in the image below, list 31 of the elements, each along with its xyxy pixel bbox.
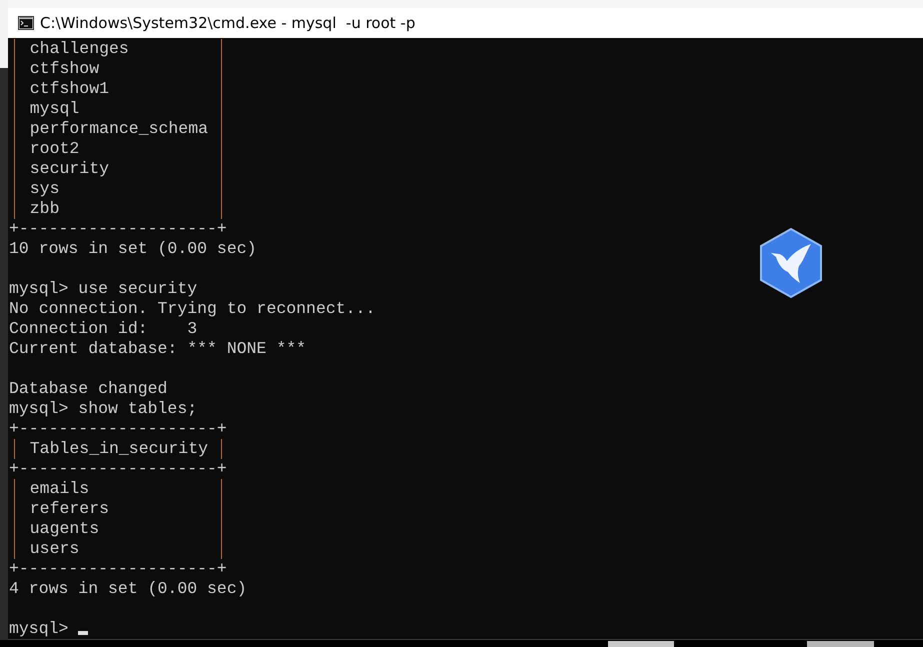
terminal-icon xyxy=(18,16,34,30)
table-cell: ctfshow1 xyxy=(30,79,109,99)
console-text: Connection id: 3 xyxy=(9,319,198,339)
console-text: mysql> show tables; xyxy=(9,399,198,419)
text-cursor xyxy=(78,631,88,635)
prompt-text: mysql> xyxy=(9,619,68,639)
table-cell: sys xyxy=(30,179,60,199)
console-text: No connection. Trying to reconnect... xyxy=(9,299,376,319)
table-cell: emails xyxy=(30,479,90,499)
table-cell: performance_schema xyxy=(30,119,208,139)
table-cell: zbb xyxy=(30,199,60,219)
console-text: 10 rows in set (0.00 sec) xyxy=(9,239,257,259)
console-text: 4 rows in set (0.00 sec) xyxy=(9,579,247,599)
table-cell: Tables_in_security xyxy=(30,439,208,459)
table-cell: uagents xyxy=(30,519,100,539)
table-cell: mysql xyxy=(30,99,80,119)
table-border: +--------------------+ xyxy=(9,419,227,439)
table-cell: referers xyxy=(30,499,109,519)
table-border: +--------------------+ xyxy=(9,459,227,479)
table-cell: ctfshow xyxy=(30,59,100,79)
table-cell: security xyxy=(30,159,109,179)
console-text: Database changed xyxy=(9,379,168,399)
console-text: Current database: *** NONE *** xyxy=(9,339,306,359)
bird-logo-icon[interactable] xyxy=(759,227,823,299)
table-cell: users xyxy=(30,539,80,559)
table-cell: root2 xyxy=(30,139,80,159)
table-cell: challenges xyxy=(30,39,129,59)
table-border: +--------------------+ xyxy=(9,559,227,579)
table-border: +--------------------+ xyxy=(9,219,227,239)
window-title: C:\Windows\System32\cmd.exe - mysql -u root -p xyxy=(40,14,416,32)
console-text: mysql> use security xyxy=(9,279,198,299)
